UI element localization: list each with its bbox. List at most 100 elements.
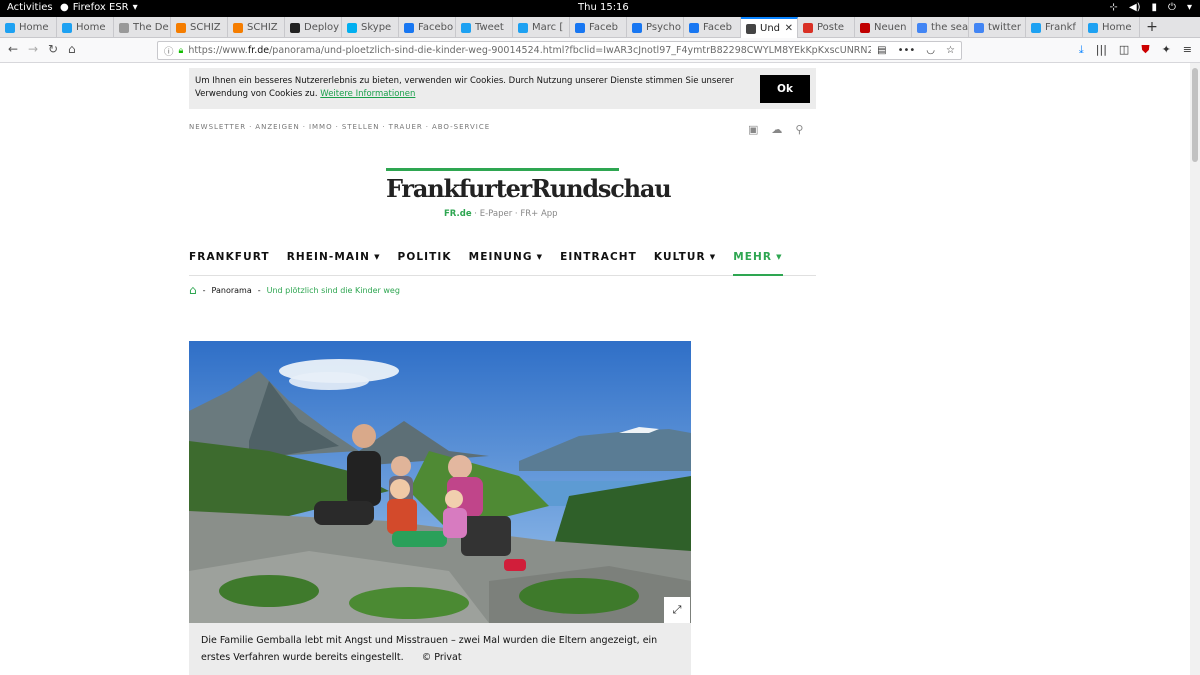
fr-icon bbox=[746, 23, 756, 34]
tab-label: Frankf bbox=[1045, 22, 1076, 33]
utility-link[interactable]: TRAUER bbox=[389, 123, 423, 131]
search-icon[interactable]: ⚲ bbox=[795, 123, 803, 136]
downloads-icon[interactable]: ⤓ bbox=[1079, 43, 1084, 57]
tab[interactable]: Frankf bbox=[1026, 17, 1083, 38]
tab[interactable]: Neuen bbox=[855, 17, 912, 38]
tab[interactable]: Poste bbox=[798, 17, 855, 38]
tab[interactable]: Faceb bbox=[570, 17, 627, 38]
volume-icon: ◀) bbox=[1128, 2, 1141, 13]
info-icon[interactable]: ⓘ bbox=[164, 44, 174, 58]
tab[interactable]: Faceb bbox=[684, 17, 741, 38]
scrollbar-thumb[interactable] bbox=[1192, 68, 1198, 162]
tab[interactable]: SCHIZ bbox=[228, 17, 285, 38]
tab-label: Faceb bbox=[589, 22, 618, 33]
tab-label: SCHIZ bbox=[247, 22, 278, 33]
tab[interactable]: Marc [ bbox=[513, 17, 570, 38]
pocket-icon[interactable]: ◡ bbox=[926, 45, 935, 56]
system-tray[interactable]: ⊹ ◀) ▮ ⏻ ▾ bbox=[1110, 2, 1192, 13]
expand-icon[interactable]: ⤢ bbox=[664, 597, 690, 623]
tab[interactable]: Tweet bbox=[456, 17, 513, 38]
cookie-info-link[interactable]: Weitere Informationen bbox=[320, 89, 415, 99]
library-icon[interactable]: ||| bbox=[1096, 43, 1107, 57]
extension-icon[interactable]: ✦ bbox=[1162, 43, 1171, 57]
sidebar-icon[interactable]: ◫ bbox=[1119, 43, 1129, 57]
clock[interactable]: Thu 15:16 bbox=[578, 2, 629, 13]
tab[interactable]: Home bbox=[0, 17, 57, 38]
tab[interactable]: twitter bbox=[969, 17, 1026, 38]
video-icon[interactable]: ▣ bbox=[748, 123, 758, 136]
tab[interactable]: Home bbox=[1083, 17, 1140, 38]
tab[interactable]: Facebo bbox=[399, 17, 456, 38]
app-link[interactable]: FR+ App bbox=[520, 209, 557, 219]
tab[interactable]: Deploy bbox=[285, 17, 342, 38]
tab[interactable]: Skype bbox=[342, 17, 399, 38]
tab[interactable]: Psycho bbox=[627, 17, 684, 38]
utility-link[interactable]: NEWSLETTER bbox=[189, 123, 246, 131]
tab-label: Deploy bbox=[304, 22, 340, 33]
app-menu[interactable]: ● Firefox ESR ▾ bbox=[60, 2, 138, 13]
back-arrow-icon[interactable]: ← bbox=[8, 42, 18, 56]
tab-label: Faceb bbox=[703, 22, 732, 33]
activities-button[interactable]: Activities bbox=[7, 2, 53, 13]
nav-item-label: POLITIK bbox=[397, 251, 452, 263]
tab[interactable]: Home bbox=[57, 17, 114, 38]
nav-item-mehr[interactable]: MEHR ▼ bbox=[733, 251, 783, 276]
network-icon: ⊹ bbox=[1109, 2, 1118, 13]
home-icon[interactable]: ⌂ bbox=[189, 283, 197, 297]
breadcrumb-separator: - bbox=[257, 285, 261, 295]
bookmark-star-icon[interactable]: ☆ bbox=[946, 45, 955, 56]
twitter-icon bbox=[461, 22, 471, 33]
google-icon bbox=[974, 22, 984, 33]
facebook-icon bbox=[404, 22, 414, 33]
fr-link[interactable]: FR.de bbox=[444, 209, 472, 219]
close-icon[interactable]: ✕ bbox=[785, 23, 793, 34]
page-actions-icon[interactable]: ••• bbox=[898, 45, 916, 56]
nav-item-eintracht[interactable]: EINTRACHT bbox=[560, 251, 637, 276]
tab[interactable]: SCHIZ bbox=[171, 17, 228, 38]
separator-dot: · bbox=[249, 123, 253, 131]
utility-link[interactable]: ABO-SERVICE bbox=[432, 123, 490, 131]
tab[interactable]: The De bbox=[114, 17, 171, 38]
reader-view-icon[interactable]: ▤ bbox=[877, 45, 886, 56]
breadcrumb-section[interactable]: Panorama bbox=[212, 286, 252, 295]
tab-label: The De bbox=[133, 22, 169, 33]
utility-link[interactable]: IMMO bbox=[309, 123, 333, 131]
url-bar[interactable]: ⓘ 🔒︎ https://www.fr.de/panorama/und-ploe… bbox=[157, 41, 962, 60]
tab-active[interactable]: Und ✕ bbox=[741, 17, 798, 38]
nav-item-kultur[interactable]: KULTUR ▼ bbox=[654, 251, 716, 276]
tab[interactable]: the sea bbox=[912, 17, 969, 38]
utility-link[interactable]: ANZEIGEN bbox=[255, 123, 299, 131]
nav-item-politik[interactable]: POLITIK bbox=[398, 251, 452, 276]
weather-icon[interactable]: ☁ bbox=[771, 123, 782, 136]
article-hero-image[interactable] bbox=[189, 341, 691, 623]
separator-dot: · bbox=[425, 123, 429, 131]
toolbar-right: ⤓ ||| ◫ ⛊ ✦ ≡ bbox=[1079, 43, 1192, 57]
tab-label: the sea bbox=[931, 22, 968, 33]
new-tab-icon[interactable]: + bbox=[1140, 17, 1164, 37]
image-caption: Die Familie Gemballa lebt mit Angst und … bbox=[189, 623, 691, 675]
caption-credit: © Privat bbox=[421, 652, 462, 663]
nav-item-meinung[interactable]: MEINUNG ▼ bbox=[469, 251, 543, 276]
firefox-icon: ● bbox=[60, 2, 69, 13]
cookie-message: Um Ihnen ein besseres Nutzererlebnis zu … bbox=[195, 76, 734, 99]
facebook-icon bbox=[575, 22, 585, 33]
reload-icon[interactable]: ↻ bbox=[48, 42, 58, 56]
ublock-icon[interactable]: ⛊ bbox=[1141, 43, 1149, 57]
forward-arrow-icon[interactable]: → bbox=[28, 42, 38, 56]
nav-item-label: MEINUNG bbox=[468, 251, 533, 263]
blogger-icon bbox=[233, 22, 243, 33]
twitter-icon bbox=[1088, 22, 1098, 33]
gnome-top-bar: Activities ● Firefox ESR ▾ Thu 15:16 ⊹ ◀… bbox=[0, 0, 1200, 17]
home-icon[interactable]: ⌂ bbox=[68, 42, 76, 56]
nav-item-frankfurt[interactable]: FRANKFURT bbox=[189, 251, 270, 276]
nav-item-rhein-main[interactable]: RHEIN-MAIN ▼ bbox=[287, 251, 381, 276]
page-icon bbox=[119, 22, 129, 33]
cookie-ok-button[interactable]: Ok bbox=[760, 75, 810, 103]
epaper-link[interactable]: E-Paper bbox=[480, 209, 513, 219]
menu-icon[interactable]: ≡ bbox=[1183, 43, 1192, 57]
utility-link[interactable]: STELLEN bbox=[342, 123, 380, 131]
logo-sublinks: FR.de · E-Paper · FR+ App bbox=[444, 209, 558, 219]
lock-icon[interactable]: 🔒︎ bbox=[179, 46, 184, 56]
site-logo[interactable]: FrankfurterRundschau bbox=[386, 174, 672, 203]
breadcrumb-current[interactable]: Und plötzlich sind die Kinder weg bbox=[267, 286, 400, 295]
